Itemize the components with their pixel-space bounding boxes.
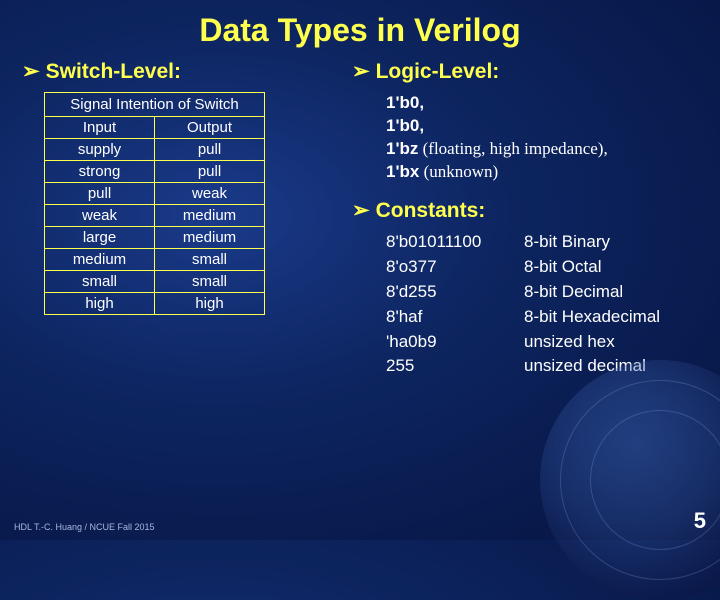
bullet-arrow-icon: ➢	[352, 60, 370, 83]
table-cell: weak	[155, 183, 265, 205]
table-cell: medium	[155, 227, 265, 249]
constant-literal: 'ha0b9	[386, 331, 516, 354]
table-row: supplypull	[45, 139, 265, 161]
table-row: mediumsmall	[45, 249, 265, 271]
constant-description: 8-bit Decimal	[524, 281, 698, 304]
table-cell: pull	[45, 183, 155, 205]
table-cell: strong	[45, 161, 155, 183]
constant-literal: 8'haf	[386, 306, 516, 329]
logic-level-list: 1'b0, 1'b0, 1'bz (floating, high impedance…	[386, 92, 698, 184]
table-cell: large	[45, 227, 155, 249]
switch-col-output: Output	[155, 117, 265, 139]
logic-code: 1'bz	[386, 139, 418, 158]
table-row: largemedium	[45, 227, 265, 249]
logic-item: 1'bz (floating, high impedance),	[386, 138, 698, 161]
table-row: strongpull	[45, 161, 265, 183]
logic-code: 1'b0,	[386, 93, 424, 112]
logic-note: (floating, high impedance),	[418, 139, 607, 158]
constant-description: unsized hex	[524, 331, 698, 354]
constants-heading: ➢ Constants:	[352, 198, 698, 223]
constant-literal: 8'd255	[386, 281, 516, 304]
table-cell: medium	[45, 249, 155, 271]
constant-literal: 8'b01011100	[386, 231, 516, 254]
logic-code: 1'b0,	[386, 116, 424, 135]
table-row: highhigh	[45, 293, 265, 315]
table-cell: medium	[155, 205, 265, 227]
constants-heading-text: Constants:	[376, 199, 486, 222]
constant-literal: 255	[386, 355, 516, 378]
footer-credit: HDL T.-C. Huang / NCUE Fall 2015	[14, 522, 155, 532]
logic-level-heading: ➢ Logic-Level:	[352, 59, 698, 84]
constants-grid: 8'b01011100 8-bit Binary 8'o377 8-bit Octal…	[386, 231, 698, 379]
switch-table: Signal Intention of Switch Input Output …	[44, 92, 265, 315]
right-column: ➢ Logic-Level: 1'b0, 1'b0, 1'bz (floating, …	[352, 59, 698, 378]
table-cell: small	[45, 271, 155, 293]
table-row: pullweak	[45, 183, 265, 205]
logic-level-heading-text: Logic-Level:	[376, 60, 500, 83]
table-cell: high	[155, 293, 265, 315]
bullet-arrow-icon: ➢	[22, 60, 40, 83]
table-cell: supply	[45, 139, 155, 161]
logic-note: (unknown)	[419, 162, 498, 181]
logic-item: 1'bx (unknown)	[386, 161, 698, 184]
constant-literal: 8'o377	[386, 256, 516, 279]
page-title: Data Types in Verilog	[0, 0, 720, 59]
table-cell: weak	[45, 205, 155, 227]
globe-decoration	[540, 360, 720, 600]
constant-description: 8-bit Binary	[524, 231, 698, 254]
table-cell: high	[45, 293, 155, 315]
page-number: 5	[694, 508, 706, 534]
switch-col-input: Input	[45, 117, 155, 139]
table-cell: small	[155, 271, 265, 293]
table-cell: small	[155, 249, 265, 271]
table-row: smallsmall	[45, 271, 265, 293]
switch-table-caption: Signal Intention of Switch	[44, 92, 265, 116]
table-cell: pull	[155, 139, 265, 161]
constant-description: 8-bit Octal	[524, 256, 698, 279]
logic-item: 1'b0,	[386, 92, 698, 115]
table-cell: pull	[155, 161, 265, 183]
logic-code: 1'bx	[386, 162, 419, 181]
switch-level-heading: ➢ Switch-Level:	[22, 59, 322, 84]
bullet-arrow-icon: ➢	[352, 199, 370, 222]
switch-level-heading-text: Switch-Level:	[46, 60, 181, 83]
table-row: weakmedium	[45, 205, 265, 227]
left-column: ➢ Switch-Level: Signal Intention of Switc…	[22, 59, 322, 378]
logic-item: 1'b0,	[386, 115, 698, 138]
constant-description: 8-bit Hexadecimal	[524, 306, 698, 329]
content-area: ➢ Switch-Level: Signal Intention of Switc…	[0, 59, 720, 378]
